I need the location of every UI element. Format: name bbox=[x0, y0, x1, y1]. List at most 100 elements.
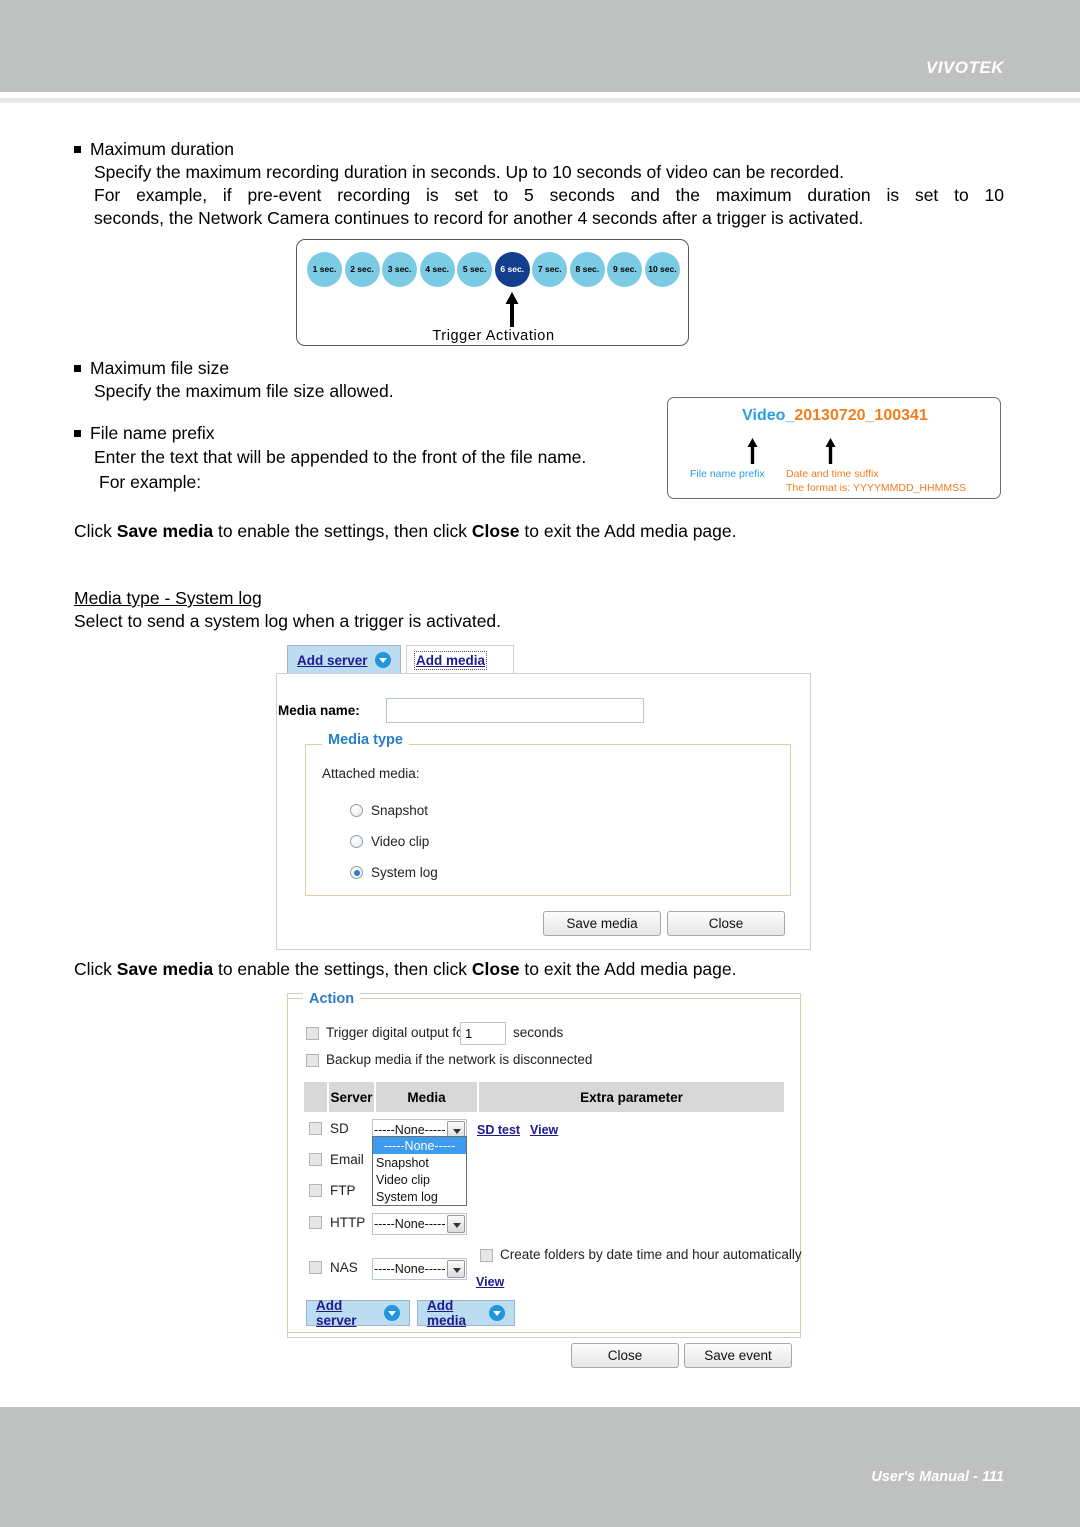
footer-page-label: User's Manual - 111 bbox=[871, 1469, 1004, 1485]
suffix-caption-line2: The format is: YYYYMMDD_HHMMSS bbox=[786, 481, 967, 494]
dropdown-item-video-clip[interactable]: Video clip bbox=[373, 1171, 466, 1188]
row-label-sd: SD bbox=[330, 1121, 349, 1136]
radio-snapshot[interactable] bbox=[350, 804, 363, 817]
seconds-row: 1 sec. 2 sec. 3 sec. 4 sec. 5 sec. 6 sec… bbox=[307, 249, 680, 289]
chevron-down-icon bbox=[384, 1305, 400, 1321]
radio-snapshot-label: Snapshot bbox=[371, 803, 429, 818]
max-duration-line3: seconds, the Network Camera continues to… bbox=[94, 208, 864, 228]
tab-add-server[interactable]: Add server bbox=[287, 645, 401, 674]
trigger-timeline-diagram: 1 sec. 2 sec. 3 sec. 4 sec. 5 sec. 6 sec… bbox=[296, 239, 689, 346]
chevron-down-icon bbox=[374, 652, 391, 668]
file-name-example-title: Video_20130720_100341 bbox=[668, 407, 1002, 425]
action-add-media-button[interactable]: Add media bbox=[417, 1298, 515, 1328]
select-media-http[interactable]: -----None----- bbox=[372, 1213, 467, 1235]
media-name-input[interactable] bbox=[386, 698, 644, 723]
second-chip: 3 sec. bbox=[382, 251, 418, 287]
radio-system-log-label: System log bbox=[371, 865, 438, 880]
media-name-label: Media name: bbox=[278, 703, 360, 718]
file-name-suffix-caption: Date and time suffix The format is: YYYY… bbox=[786, 468, 966, 495]
radio-video-clip[interactable] bbox=[350, 835, 363, 848]
note1-mid: to enable the settings, then click bbox=[213, 521, 472, 541]
attached-media-label: Attached media: bbox=[322, 766, 420, 781]
checkbox-row-email[interactable] bbox=[309, 1153, 322, 1166]
tab-add-server-label: Add server bbox=[297, 652, 368, 668]
media-type-system-log-line1: Select to send a system log when a trigg… bbox=[74, 611, 502, 631]
dropdown-item-snapshot[interactable]: Snapshot bbox=[373, 1154, 466, 1171]
checkbox-backup-media[interactable] bbox=[306, 1054, 319, 1067]
radio-video-clip-label: Video clip bbox=[371, 834, 430, 849]
checkbox-create-folders[interactable] bbox=[480, 1249, 493, 1262]
second-chip: 1 sec. bbox=[307, 251, 342, 287]
media-type-legend: Media type bbox=[322, 732, 409, 748]
click-save-media-note-2: Click Save media to enable the settings,… bbox=[74, 958, 737, 982]
max-file-size-line1: Specify the maximum file size allowed. bbox=[94, 381, 394, 401]
note1-save-media: Save media bbox=[116, 521, 214, 541]
bullet-square-icon bbox=[74, 365, 81, 372]
trigger-output-seconds-input[interactable] bbox=[460, 1022, 506, 1045]
link-sd-test[interactable]: SD test bbox=[477, 1123, 520, 1137]
chevron-down-icon bbox=[446, 1215, 465, 1233]
save-event-button[interactable]: Save event bbox=[684, 1343, 792, 1368]
link-nas-view[interactable]: View bbox=[476, 1275, 504, 1289]
file-name-suffix-text: 20130720_100341 bbox=[794, 407, 928, 424]
chevron-down-icon bbox=[489, 1305, 505, 1321]
file-name-example-box: Video_20130720_100341 File name prefix D… bbox=[667, 397, 1001, 499]
heading-media-type-system-log: Media type - System log bbox=[74, 588, 262, 608]
event-close-button[interactable]: Close bbox=[571, 1343, 679, 1368]
select-media-sd-value: -----None----- bbox=[373, 1123, 446, 1137]
second-chip: 2 sec. bbox=[344, 251, 380, 287]
note2-post: to exit the Add media page. bbox=[519, 959, 737, 979]
max-duration-line1: Specify the maximum recording duration i… bbox=[94, 162, 844, 182]
chevron-down-icon bbox=[446, 1260, 465, 1278]
note1-pre: Click bbox=[74, 521, 117, 541]
heading-maximum-duration: Maximum duration bbox=[74, 139, 234, 160]
th-media: Media bbox=[374, 1082, 477, 1112]
row-label-http: HTTP bbox=[330, 1215, 366, 1230]
link-sd-view[interactable]: View bbox=[530, 1123, 558, 1137]
action-add-media-label: Add media bbox=[427, 1298, 467, 1328]
file-name-prefix-caption: File name prefix bbox=[690, 468, 765, 480]
select-media-http-value: -----None----- bbox=[373, 1217, 446, 1231]
bullet-square-icon bbox=[74, 146, 81, 153]
dropdown-item-system-log[interactable]: System log bbox=[373, 1188, 466, 1205]
click-save-media-note-1: Click Save media to enable the settings,… bbox=[74, 520, 737, 544]
select-media-nas-value: -----None----- bbox=[373, 1262, 446, 1276]
radio-system-log[interactable] bbox=[350, 866, 363, 879]
th-server: Server bbox=[327, 1082, 374, 1112]
close-media-button[interactable]: Close bbox=[667, 911, 785, 936]
th-checkbox bbox=[304, 1082, 327, 1112]
note2-close: Close bbox=[471, 959, 520, 979]
document-body: Maximum duration Specify the maximum rec… bbox=[0, 0, 1080, 1527]
th-extra-parameter: Extra parameter bbox=[477, 1082, 784, 1112]
note1-close: Close bbox=[471, 521, 520, 541]
action-add-server-button[interactable]: Add server bbox=[306, 1298, 410, 1328]
up-arrow-icon-suffix bbox=[825, 438, 836, 464]
heading-maximum-file-size: Maximum file size bbox=[74, 358, 229, 379]
heading-file-name-prefix: File name prefix bbox=[74, 423, 215, 444]
trigger-digital-output-label: Trigger digital output for bbox=[326, 1025, 469, 1040]
checkbox-row-ftp[interactable] bbox=[309, 1184, 322, 1197]
trigger-activation-label: Trigger Activation bbox=[432, 328, 555, 344]
action-fieldset bbox=[287, 998, 801, 1333]
tab-add-media[interactable]: Add media bbox=[406, 645, 514, 674]
tab-add-media-label: Add media bbox=[413, 650, 488, 670]
note2-save-media: Save media bbox=[116, 959, 214, 979]
checkbox-trigger-digital-output[interactable] bbox=[306, 1027, 319, 1040]
second-chip-active: 6 sec. bbox=[494, 251, 530, 287]
max-duration-line2: For example, if pre-event recording is s… bbox=[94, 185, 1004, 205]
file-name-prefix-text: Video_ bbox=[742, 407, 795, 424]
select-media-nas[interactable]: -----None----- bbox=[372, 1258, 467, 1280]
note2-pre: Click bbox=[74, 959, 117, 979]
row-label-ftp: FTP bbox=[330, 1183, 356, 1198]
second-chip: 4 sec. bbox=[419, 251, 455, 287]
checkbox-row-sd[interactable] bbox=[309, 1122, 322, 1135]
page-footer: User's Manual - 111 bbox=[0, 1407, 1080, 1527]
second-chip: 7 sec. bbox=[532, 251, 568, 287]
checkbox-row-nas[interactable] bbox=[309, 1261, 322, 1274]
suffix-caption-line1: Date and time suffix bbox=[786, 468, 879, 480]
second-chip: 8 sec. bbox=[569, 251, 605, 287]
dropdown-item-none[interactable]: -----None----- bbox=[373, 1137, 466, 1154]
checkbox-row-http[interactable] bbox=[309, 1216, 322, 1229]
media-dropdown-open[interactable]: -----None----- Snapshot Video clip Syste… bbox=[372, 1136, 467, 1206]
save-media-button[interactable]: Save media bbox=[543, 911, 661, 936]
